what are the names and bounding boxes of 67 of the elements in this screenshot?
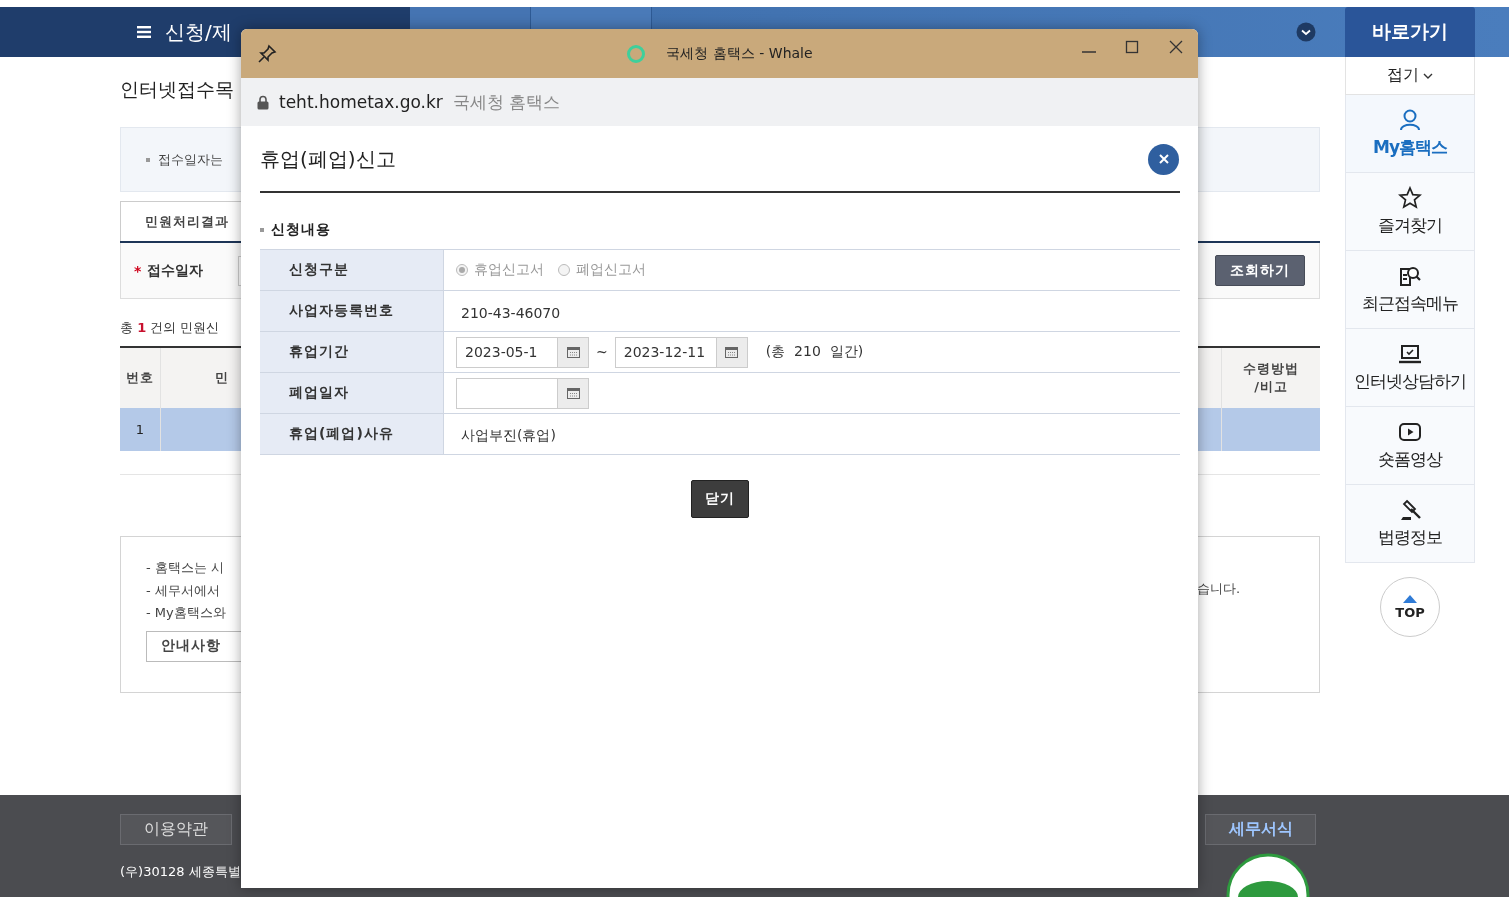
document-search-icon	[1398, 264, 1422, 288]
triangle-up-icon	[1403, 594, 1417, 603]
table-cell: 1	[120, 408, 161, 451]
minimize-icon	[1082, 50, 1096, 53]
field-label: 사업자등록번호	[260, 291, 444, 331]
notice-text: 접수일자는	[158, 150, 223, 169]
logo-icon	[1226, 853, 1310, 897]
collapse-button[interactable]: 접기	[1345, 57, 1475, 95]
close-button[interactable]	[1148, 143, 1179, 175]
quick-menu-title: 바로가기	[1345, 7, 1475, 57]
result-count: 총 1 건의 민원신	[120, 319, 221, 337]
pin-icon	[257, 43, 277, 64]
date-field[interactable]: 2023-12-11	[614, 336, 717, 368]
collapse-label: 접기	[1387, 65, 1419, 86]
calendar-button[interactable]	[558, 377, 589, 409]
calendar-button[interactable]	[558, 336, 589, 368]
date-field[interactable]: 2023-05-1	[456, 336, 558, 368]
close-icon	[1158, 154, 1169, 164]
quick-menu-item[interactable]: 숏폼영상	[1345, 407, 1475, 485]
info-text: - 세무서에서	[146, 581, 221, 600]
person-icon	[1398, 108, 1422, 132]
close-button[interactable]: 닫기	[691, 480, 749, 518]
field-label: 신청구분	[260, 250, 444, 290]
star-icon	[1398, 186, 1422, 210]
calendar-icon	[566, 387, 580, 399]
window-title: 국세청 홈택스 - Whale	[666, 44, 813, 63]
field-value: 사업부진(휴업)	[460, 426, 556, 445]
ring-icon	[626, 43, 647, 64]
chevron-down-icon	[1296, 22, 1316, 42]
dialog-title: 휴업(폐업)신고	[260, 145, 396, 173]
footer-link[interactable]: 세무서식	[1205, 814, 1316, 845]
info-text: - 홈택스는 시	[146, 559, 225, 577]
play-icon	[1398, 420, 1422, 444]
search-button[interactable]: 조회하기	[1215, 255, 1305, 286]
top-button[interactable]: TOP	[1380, 577, 1440, 637]
quick-menu-item[interactable]: 최근접속메뉴	[1345, 251, 1475, 329]
search-label: 접수일자	[147, 261, 204, 280]
close-icon	[1168, 38, 1184, 55]
url-text: teht.hometax.go.kr	[279, 92, 443, 112]
laptop-icon	[1398, 342, 1422, 366]
chevron-down-icon	[1423, 71, 1433, 80]
field-label: 폐업일자	[260, 373, 444, 413]
gavel-icon	[1398, 498, 1422, 522]
field-label: 휴업(폐업)사유	[260, 414, 444, 454]
calendar-icon	[725, 346, 739, 358]
maximize-icon	[1124, 38, 1140, 55]
site-name: 국세청 홈택스	[452, 90, 561, 114]
menu-title: 신청/제	[165, 18, 232, 46]
lock-icon	[257, 94, 269, 110]
info-text: 습니다.	[1197, 580, 1242, 598]
field-value: 210-43-46070	[460, 304, 561, 321]
column-header: 수령방법 /비고	[1242, 360, 1300, 396]
calendar-icon	[566, 346, 580, 358]
date-field[interactable]	[456, 377, 558, 409]
page-title: 인터넷접수목	[120, 77, 235, 101]
calendar-button[interactable]	[716, 336, 748, 368]
quick-menu-item[interactable]: 즐겨찾기	[1345, 173, 1475, 251]
required-mark: *	[134, 262, 142, 279]
field-label: 휴업기간	[260, 332, 444, 372]
footer-address: (우)30128 세종특별	[120, 863, 241, 881]
info-text: - My홈택스와	[146, 604, 227, 622]
footer-link[interactable]: 이용약관	[120, 814, 232, 845]
menu-icon	[137, 26, 151, 38]
quick-menu-item[interactable]: 인터넷상담하기	[1345, 329, 1475, 407]
quick-menu-item[interactable]: 법령정보	[1345, 485, 1475, 563]
section-title: 신청내용	[271, 221, 331, 239]
quick-menu-item[interactable]: My홈택스	[1345, 95, 1475, 173]
